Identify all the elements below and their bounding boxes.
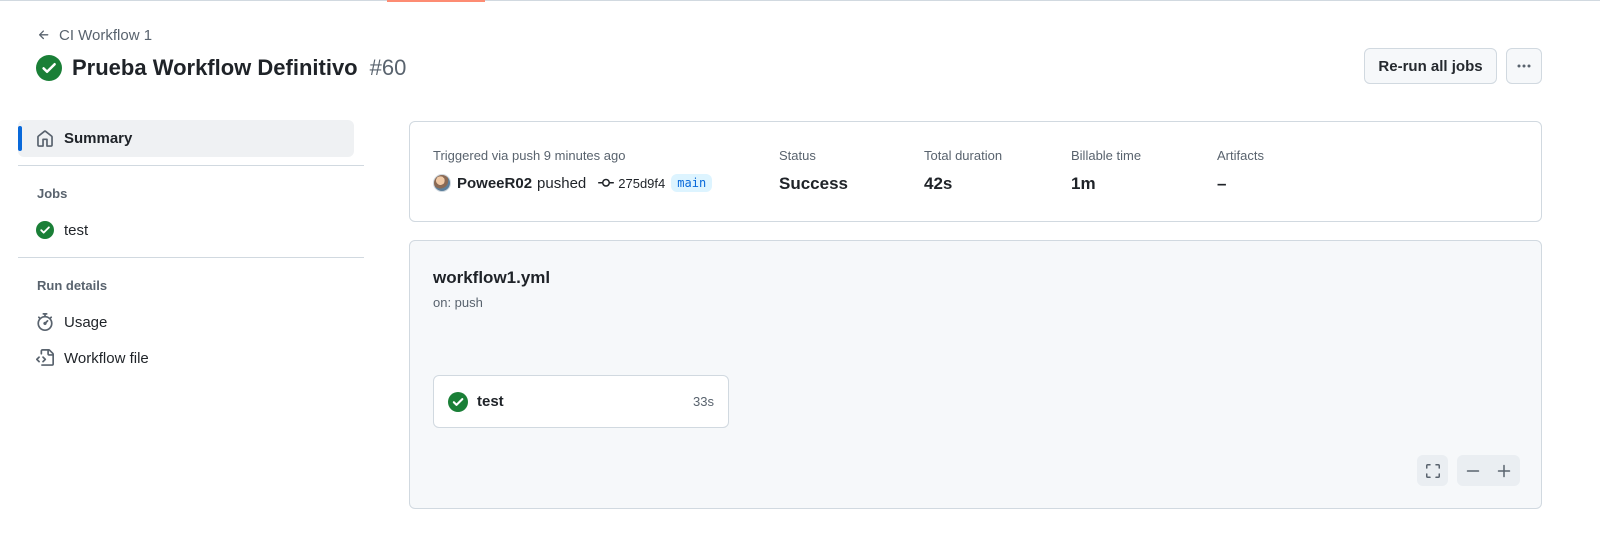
billable-label: Billable time [1071,148,1142,163]
file-code-icon [36,349,54,366]
sidebar-item-summary-label: Summary [64,130,133,147]
run-summary-card: Triggered via push 9 minutes ago PoweeR0… [409,121,1542,222]
sidebar-item-job-label: test [64,221,89,239]
sidebar-item-job-test[interactable]: test [36,218,88,242]
check-circle-icon [36,55,62,81]
trigger-text: Triggered via push 9 minutes ago [433,148,626,163]
page-header: Prueba Workflow Definitivo #60 [36,53,406,83]
branch-badge[interactable]: main [671,174,713,192]
page-title: Prueba Workflow Definitivo [72,55,358,80]
git-commit-icon [598,178,615,187]
back-link[interactable]: CI Workflow 1 [37,25,152,45]
back-link-label: CI Workflow 1 [59,26,153,44]
run-details-heading: Run details [37,278,108,293]
jobs-heading: Jobs [37,186,68,201]
artifacts-value: – [1217,174,1227,193]
rerun-all-jobs-button[interactable]: Re-run all jobs [1364,48,1497,84]
billable-stat: Billable time 1m [1071,148,1141,194]
sidebar-item-workflow-file-label: Workflow file [64,349,149,367]
artifacts-stat: Artifacts – [1217,148,1264,194]
check-circle-icon [448,391,468,412]
screen-full-icon [1425,463,1440,478]
job-name: test [477,393,504,410]
zoom-controls [1457,455,1520,486]
more-options-button[interactable] [1506,48,1542,84]
trigger-info: Triggered via push 9 minutes ago PoweeR0… [433,148,713,192]
plus-icon [1497,464,1510,477]
status-label: Status [779,148,816,163]
dash-icon [1466,469,1479,472]
actor-link[interactable]: PoweeR02 [457,175,532,192]
active-tab-indicator [387,0,485,2]
commit-sha: 275d9f4 [618,175,666,191]
workflow-file-name: workflow1.yml [433,268,551,287]
home-icon [37,129,53,147]
sidebar-divider [18,257,364,258]
fullscreen-button[interactable] [1417,455,1448,486]
workflow-graph-card: workflow1.yml on: push test 33s [409,240,1542,509]
sidebar-item-usage-label: Usage [64,313,108,331]
zoom-out-button[interactable] [1457,455,1488,486]
job-duration: 33s [693,394,714,409]
sidebar-item-workflow-file[interactable]: Workflow file [36,346,149,370]
sidebar-item-summary[interactable]: Summary [18,120,354,157]
duration-stat: Total duration 42s [924,148,1002,194]
status-stat: Status Success [779,148,848,194]
stopwatch-icon [37,313,53,331]
status-value: Success [779,174,848,193]
job-node-test[interactable]: test 33s [433,375,729,428]
run-number: #60 [369,55,407,80]
artifacts-label: Artifacts [1217,148,1264,163]
sidebar-item-usage[interactable]: Usage [36,310,107,334]
check-circle-icon [36,221,54,239]
billable-value: 1m [1071,174,1096,193]
avatar[interactable] [433,174,451,192]
workflow-trigger: on: push [433,295,483,310]
sidebar-divider [18,165,364,166]
zoom-in-button[interactable] [1488,455,1519,486]
action-text: pushed [537,174,587,192]
arrow-left-icon [38,30,49,40]
kebab-horizontal-icon [1517,64,1531,68]
duration-value: 42s [924,174,953,193]
duration-label: Total duration [924,148,1003,163]
header-border [0,0,1600,1]
commit-link[interactable]: 275d9f4 [598,175,665,191]
